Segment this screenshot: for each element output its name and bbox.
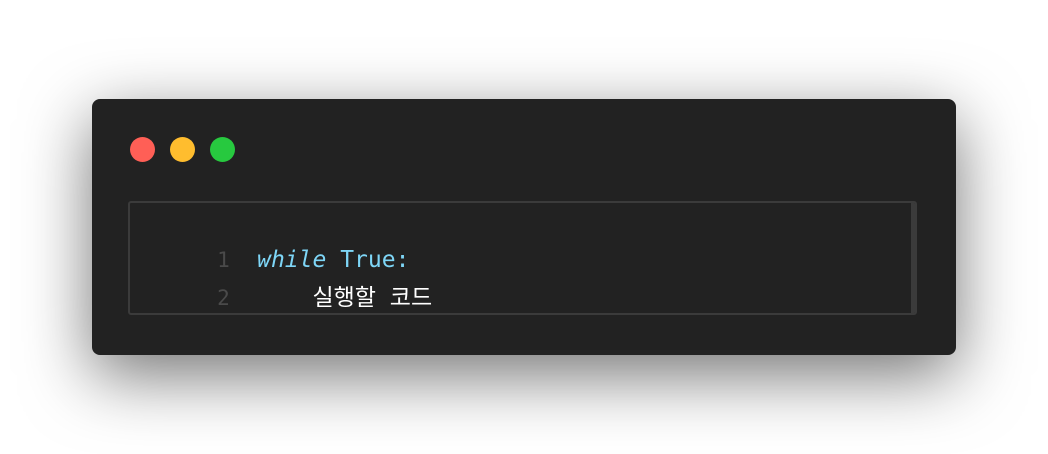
window-controls [130,137,235,162]
close-window-button[interactable] [130,137,155,162]
code-line: 1 while True: [130,203,409,273]
code-line: 3 ... [130,279,354,313]
maximize-window-button[interactable] [210,137,235,162]
minimize-window-button[interactable] [170,137,195,162]
code-editor[interactable]: 1while True: 2 실행할 코드 3 ... [128,201,917,315]
code-window: 1while True: 2 실행할 코드 3 ... [92,99,956,355]
code-line: 2 실행할 코드 [130,241,432,311]
